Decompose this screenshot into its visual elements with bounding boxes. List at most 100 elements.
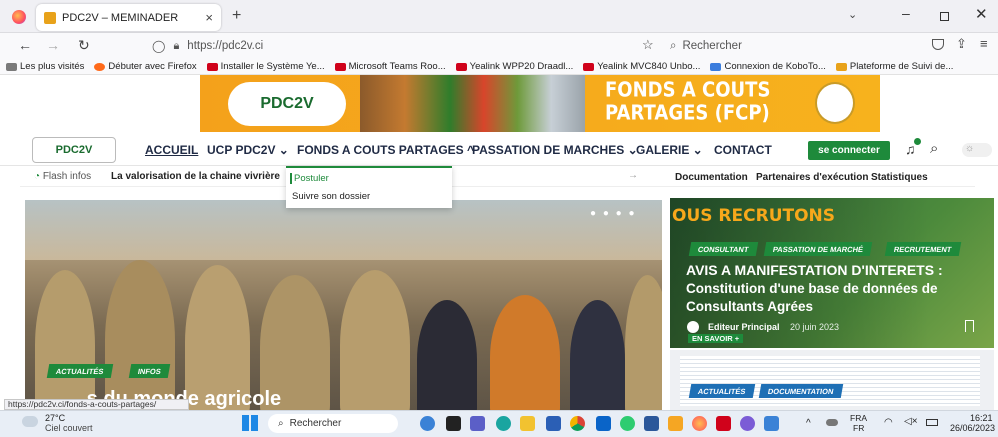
- tag-actualites[interactable]: ACTUALITÉS: [46, 364, 113, 378]
- hero-figure: [490, 295, 560, 410]
- search-placeholder: Rechercher: [682, 40, 742, 52]
- outlook-icon[interactable]: [596, 416, 611, 431]
- link-statistiques[interactable]: Statistiques: [871, 172, 928, 183]
- weather-desc[interactable]: Ciel couvert: [45, 423, 93, 433]
- app-icon[interactable]: [764, 416, 779, 431]
- tag-documentation[interactable]: DOCUMENTATION: [758, 384, 843, 398]
- banner-logo[interactable]: PDC2V: [228, 82, 346, 126]
- store-icon[interactable]: [546, 416, 561, 431]
- nav-item-contact[interactable]: CONTACT: [714, 143, 772, 157]
- lang-secondary[interactable]: FR: [853, 423, 864, 433]
- tag-passation[interactable]: PASSATION DE MARCHÉ: [763, 242, 873, 256]
- close-window-icon[interactable]: ✕: [975, 5, 988, 23]
- tray-chevron-icon[interactable]: ^: [806, 418, 811, 429]
- bookmark-item[interactable]: Les plus visités: [6, 61, 84, 72]
- bookmark-item[interactable]: Débuter avec Firefox: [94, 61, 197, 72]
- restore-window-icon[interactable]: [940, 12, 949, 21]
- read-more-button[interactable]: EN SAVOIR +: [688, 334, 744, 343]
- chrome-icon[interactable]: [570, 416, 585, 431]
- hero-building: [25, 200, 662, 260]
- document-thumbnail: [680, 356, 980, 406]
- widgets-icon[interactable]: [420, 416, 435, 431]
- word-icon[interactable]: [644, 416, 659, 431]
- site-favicon-icon: [44, 11, 56, 24]
- theme-toggle[interactable]: ☼: [962, 143, 992, 157]
- bookmark-item[interactable]: Connexion de KoboTo...: [710, 61, 826, 72]
- dropdown-item-suivre[interactable]: Suivre son dossier: [292, 191, 370, 202]
- edge-beta-icon[interactable]: [620, 416, 635, 431]
- card-title-line1[interactable]: AVIS A MANIFESTATION D'INTERETS :: [686, 262, 943, 278]
- back-icon[interactable]: ←: [18, 37, 32, 53]
- nav-item-accueil[interactable]: ACCUEIL: [145, 143, 198, 157]
- app-icon[interactable]: [668, 416, 683, 431]
- teams-chat-icon[interactable]: [470, 416, 485, 431]
- taskbar-search-icon: ⌕: [278, 418, 284, 429]
- volume-icon[interactable]: ◁×: [904, 416, 918, 427]
- taskbar-search[interactable]: ⌕ Rechercher: [268, 414, 398, 433]
- reload-icon[interactable]: ↻: [78, 37, 90, 54]
- copilot-icon[interactable]: [740, 416, 755, 431]
- tray-cloud-icon[interactable]: [826, 419, 838, 426]
- app-icon[interactable]: [716, 416, 731, 431]
- link-documentation[interactable]: Documentation: [675, 172, 748, 183]
- windows-start-icon[interactable]: [242, 415, 258, 431]
- bookmark-icon: [334, 62, 346, 71]
- document-card[interactable]: [670, 350, 994, 410]
- dropdown-item-postuler[interactable]: Postuler: [290, 173, 329, 184]
- tab-list-icon[interactable]: ⌄: [848, 8, 857, 21]
- bookmark-icon: [835, 62, 847, 71]
- firefox-menu-icon[interactable]: [12, 10, 26, 24]
- bookmark-item[interactable]: Yealink WPP20 Draadl...: [455, 61, 573, 72]
- clock-time[interactable]: 16:21: [970, 413, 993, 423]
- forward-icon[interactable]: →: [46, 37, 60, 53]
- battery-icon[interactable]: [926, 419, 938, 426]
- edge-icon[interactable]: [496, 416, 511, 431]
- minimize-window-icon[interactable]: –: [902, 5, 910, 21]
- bookmark-star-icon[interactable]: ☆: [642, 37, 654, 53]
- link-partenaires[interactable]: Partenaires d'exécution: [756, 172, 868, 183]
- bookmark-item[interactable]: Plateforme de Suivi de...: [835, 61, 953, 72]
- search-input[interactable]: ⌕ Rechercher: [670, 35, 820, 57]
- card-author[interactable]: Editeur Principal: [708, 322, 780, 332]
- new-tab-button[interactable]: +: [232, 7, 241, 25]
- task-view-icon[interactable]: [446, 416, 461, 431]
- file-explorer-icon[interactable]: [520, 416, 535, 431]
- nav-logo[interactable]: PDC2V: [32, 137, 116, 163]
- tag-consultant[interactable]: CONSULTANT: [688, 242, 758, 256]
- share-icon[interactable]: ⇪: [956, 36, 967, 52]
- card-title-line3[interactable]: Consultants Agrées: [686, 299, 813, 314]
- weather-temp[interactable]: 27°C: [45, 413, 65, 423]
- firefox-icon[interactable]: [692, 416, 707, 431]
- slider-dots[interactable]: ● ● ● ●: [590, 208, 637, 219]
- nav-item-fonds[interactable]: FONDS A COUTS PARTAGES ^: [297, 143, 474, 157]
- lang-primary[interactable]: FRA: [850, 413, 867, 423]
- bookmarks-bar: Les plus visités Débuter avec Firefox In…: [0, 59, 998, 75]
- nav-item-passation[interactable]: PASSATION DE MARCHES ⌄: [472, 143, 638, 157]
- bookmark-item[interactable]: Microsoft Teams Roo...: [334, 61, 446, 72]
- app-menu-icon[interactable]: ≡: [980, 36, 988, 51]
- close-tab-icon[interactable]: ×: [205, 10, 213, 25]
- tag-infos[interactable]: INFOS: [128, 364, 171, 378]
- card-title-line2[interactable]: Constitution d'une base de données de: [686, 281, 937, 296]
- login-button[interactable]: se connecter: [808, 141, 890, 160]
- browser-tab[interactable]: PDC2V – MEMINADER ×: [36, 4, 221, 31]
- site-search-icon[interactable]: ⌕: [930, 140, 938, 157]
- clock-date[interactable]: 26/06/2023: [950, 423, 995, 433]
- nav-item-ucp[interactable]: UCP PDC2V ⌄: [207, 143, 289, 157]
- wifi-icon[interactable]: ◠: [884, 417, 893, 428]
- tag-actualites-2[interactable]: ACTUALITÉS: [688, 384, 755, 398]
- flash-text[interactable]: La valorisation de la chaine vivrière: [111, 171, 280, 182]
- tag-recrutement[interactable]: RECRUTEMENT: [884, 242, 961, 256]
- bookmark-item[interactable]: Yealink MVC840 Unbo...: [583, 61, 700, 72]
- shield-icon[interactable]: ◯: [152, 39, 165, 53]
- bookmark-item[interactable]: Installer le Système Ye...: [206, 61, 325, 72]
- weather-icon[interactable]: [22, 416, 38, 427]
- lock-icon[interactable]: 🔒︎: [173, 40, 179, 53]
- flash-next-icon[interactable]: →: [628, 170, 638, 181]
- address-bar[interactable]: ◯ 🔒︎ https://pdc2v.ci: [152, 35, 752, 57]
- hero-figure: [417, 300, 477, 410]
- hero-image[interactable]: [25, 200, 662, 410]
- nav-item-galerie[interactable]: GALERIE ⌄: [636, 143, 703, 157]
- bookmark-icon[interactable]: [965, 320, 974, 332]
- flash-icon: ◔: [34, 171, 43, 182]
